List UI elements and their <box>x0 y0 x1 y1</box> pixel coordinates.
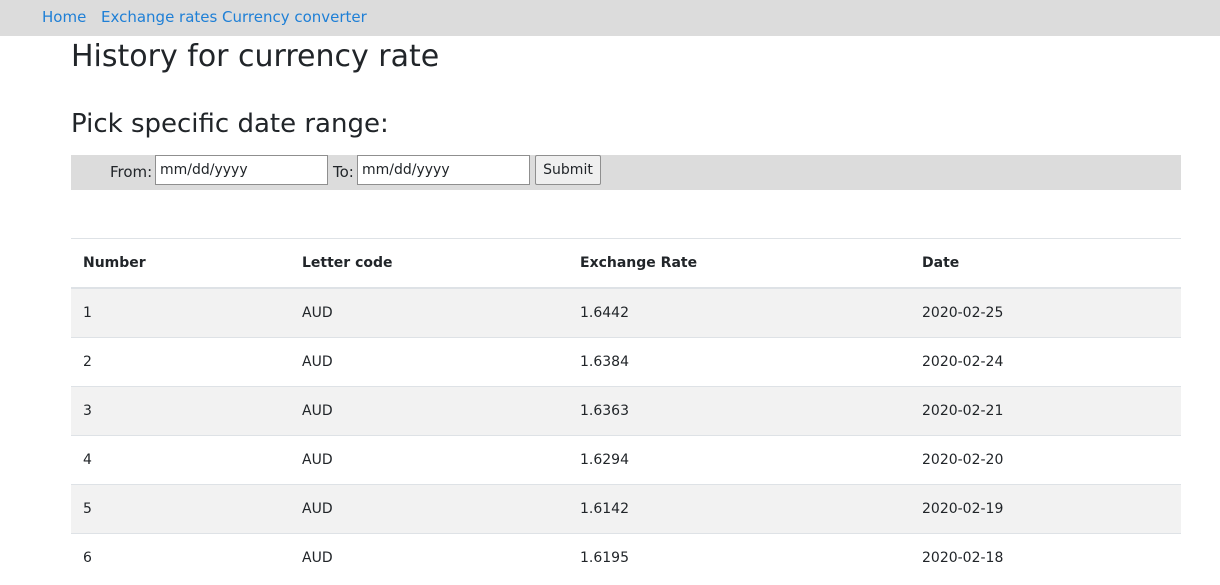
table-header-row: Number Letter code Exchange Rate Date <box>71 238 1181 289</box>
cell-number: 4 <box>71 435 290 485</box>
top-navbar: Home Exchange rates Currency converter <box>0 0 1220 36</box>
cell-letter-code: AUD <box>290 435 568 485</box>
page-title: History for currency rate <box>71 39 440 74</box>
header-date: Date <box>910 238 1181 289</box>
cell-letter-code: AUD <box>290 287 568 338</box>
nav-link-home[interactable]: Home <box>42 8 86 26</box>
cell-letter-code: AUD <box>290 337 568 387</box>
cell-exchange-rate: 1.6142 <box>568 484 910 534</box>
cell-number: 1 <box>71 287 290 338</box>
date-range-form: From: mm/dd/yyyy To: mm/dd/yyyy Submit <box>71 155 1181 190</box>
header-exchange-rate: Exchange Rate <box>568 238 910 289</box>
cell-exchange-rate: 1.6384 <box>568 337 910 387</box>
cell-date: 2020-02-25 <box>910 287 1181 338</box>
cell-date: 2020-02-21 <box>910 386 1181 436</box>
cell-date: 2020-02-24 <box>910 337 1181 387</box>
cell-number: 3 <box>71 386 290 436</box>
cell-letter-code: AUD <box>290 484 568 534</box>
cell-number: 5 <box>71 484 290 534</box>
cell-date: 2020-02-19 <box>910 484 1181 534</box>
table-row: 3 AUD 1.6363 2020-02-21 <box>71 386 1181 436</box>
table-row: 4 AUD 1.6294 2020-02-20 <box>71 435 1181 485</box>
nav-link-exchange-rates[interactable]: Exchange rates <box>101 8 217 26</box>
cell-number: 6 <box>71 533 290 582</box>
cell-number: 2 <box>71 337 290 387</box>
table-row: 1 AUD 1.6442 2020-02-25 <box>71 287 1181 338</box>
cell-exchange-rate: 1.6195 <box>568 533 910 582</box>
cell-letter-code: AUD <box>290 533 568 582</box>
rates-table: Number Letter code Exchange Rate Date 1 … <box>71 238 1181 582</box>
header-number: Number <box>71 238 290 289</box>
table-row: 5 AUD 1.6142 2020-02-19 <box>71 484 1181 534</box>
to-date-input[interactable]: mm/dd/yyyy <box>357 155 530 185</box>
cell-exchange-rate: 1.6442 <box>568 287 910 338</box>
from-date-input[interactable]: mm/dd/yyyy <box>155 155 328 185</box>
cell-exchange-rate: 1.6363 <box>568 386 910 436</box>
table-row: 6 AUD 1.6195 2020-02-18 <box>71 533 1181 582</box>
date-range-heading: Pick specific date range: <box>71 109 389 139</box>
cell-date: 2020-02-18 <box>910 533 1181 582</box>
cell-date: 2020-02-20 <box>910 435 1181 485</box>
cell-letter-code: AUD <box>290 386 568 436</box>
nav-link-currency-converter[interactable]: Currency converter <box>222 8 367 26</box>
table-row: 2 AUD 1.6384 2020-02-24 <box>71 337 1181 387</box>
from-label: From: <box>110 163 153 181</box>
header-letter-code: Letter code <box>290 238 568 289</box>
submit-button[interactable]: Submit <box>535 155 601 185</box>
to-label: To: <box>333 163 354 181</box>
cell-exchange-rate: 1.6294 <box>568 435 910 485</box>
